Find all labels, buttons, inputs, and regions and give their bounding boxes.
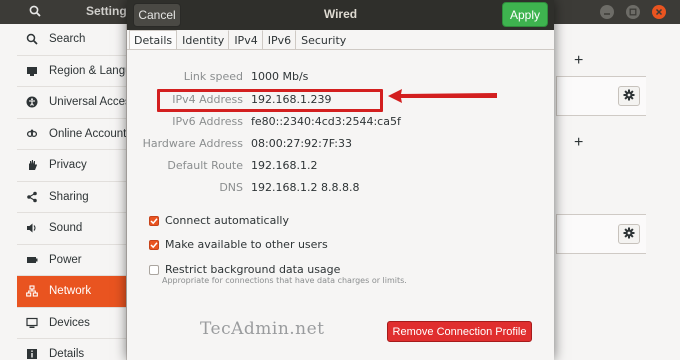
sidebar-item-label: Sound [49, 222, 83, 235]
tab-identity[interactable]: Identity [177, 30, 230, 50]
dialog-title: Wired [323, 7, 358, 21]
detail-row-link-speed: Link speed 1000 Mb/s [127, 70, 554, 86]
sidebar-item-devices[interactable]: Devices [17, 308, 126, 339]
sidebar-item-label: Region & Langu [49, 64, 126, 77]
detail-value: 1000 Mb/s [251, 70, 309, 83]
restrict-background-data-checkbox[interactable] [149, 264, 159, 275]
detail-label: IPv6 Address [172, 115, 243, 128]
watermark: TecAdmin.net [200, 319, 325, 339]
search-icon [25, 32, 39, 46]
sidebar-item-search[interactable]: Search [17, 24, 126, 56]
checkbox-label: Make available to other users [165, 238, 328, 251]
tab-details[interactable]: Details [129, 30, 178, 50]
proxy-settings-button[interactable] [618, 224, 640, 244]
sidebar-item-label: Network [49, 285, 92, 298]
apply-button[interactable]: Apply [502, 2, 548, 27]
close-button[interactable] [652, 5, 666, 19]
wired-frame [556, 76, 646, 116]
tab-ipv6[interactable]: IPv6 [263, 30, 297, 50]
sidebar-item-label: Universal Acces [49, 96, 126, 109]
sidebar-item-label: Search [49, 33, 86, 46]
detail-label: DNS [219, 181, 243, 194]
gear-icon [623, 89, 635, 104]
wired-settings-button[interactable] [618, 86, 640, 106]
search-icon [29, 5, 41, 20]
settings-sidebar: Search Region & Langu Universal Acces On… [17, 24, 127, 360]
sidebar-item-network[interactable]: Network [17, 276, 126, 308]
speaker-icon [25, 221, 39, 235]
restrict-description: Appropriate for connections that have da… [162, 276, 407, 285]
available-other-users-option[interactable]: Make available to other users [149, 238, 328, 251]
dialog-headerbar: Cancel Wired Apply [127, 0, 554, 30]
sidebar-item-universal-access[interactable]: Universal Acces [17, 87, 126, 119]
detail-value: 08:00:27:92:7F:33 [251, 137, 352, 150]
connect-automatically-option[interactable]: Connect automatically [149, 214, 289, 227]
checkbox-label: Connect automatically [165, 214, 289, 227]
available-other-users-checkbox[interactable] [149, 239, 159, 250]
detail-value: 192.168.1.2 [251, 159, 318, 172]
detail-row-ipv6-address: IPv6 Address fe80::2340:4cd3:2544:ca5f [127, 115, 554, 131]
restrict-background-data-option[interactable]: Restrict background data usage [149, 263, 340, 276]
detail-value: 192.168.1.2 8.8.8.8 [251, 181, 360, 194]
sidebar-item-region-language[interactable]: Region & Langu [17, 56, 126, 87]
remove-connection-profile-button[interactable]: Remove Connection Profile [387, 321, 532, 342]
wired-dialog: Cancel Wired Apply Details Identity IPv4… [127, 0, 554, 360]
window-controls [600, 5, 666, 19]
sidebar-item-sharing[interactable]: Sharing [17, 182, 126, 213]
detail-label: Default Route [167, 159, 243, 172]
add-connection-button[interactable]: + [574, 134, 583, 152]
sidebar-item-label: Details [49, 348, 85, 360]
sidebar-item-sound[interactable]: Sound [17, 213, 126, 245]
details-panel: Link speed 1000 Mb/s IPv4 Address 192.16… [127, 49, 554, 360]
share-icon [25, 190, 39, 204]
tab-ipv4[interactable]: IPv4 [229, 30, 263, 50]
info-icon [25, 347, 39, 360]
detail-value: fe80::2340:4cd3:2544:ca5f [251, 115, 401, 128]
add-vpn-button[interactable]: + [574, 52, 583, 70]
sidebar-item-label: Power [49, 253, 82, 266]
detail-row-hardware-address: Hardware Address 08:00:27:92:7F:33 [127, 137, 554, 153]
detail-label: Hardware Address [142, 137, 243, 150]
sidebar-item-power[interactable]: Power [17, 245, 126, 276]
gear-icon [623, 227, 635, 242]
sidebar-item-label: Online Accounts [49, 127, 126, 140]
detail-row-dns: DNS 192.168.1.2 8.8.8.8 [127, 181, 554, 197]
sidebar-item-label: Sharing [49, 190, 89, 203]
dialog-tabs: Details Identity IPv4 IPv6 Security [129, 30, 350, 50]
tab-security[interactable]: Security [296, 30, 350, 50]
sidebar-item-privacy[interactable]: Privacy [17, 150, 126, 182]
detail-row-default-route: Default Route 192.168.1.2 [127, 159, 554, 175]
settings-title: Setting [86, 4, 127, 18]
sidebar-item-label: Devices [49, 316, 90, 329]
sidebar-item-details[interactable]: Details [17, 339, 126, 360]
annotation-arrow [387, 88, 499, 107]
power-icon [25, 253, 39, 267]
checkbox-label: Restrict background data usage [165, 263, 341, 276]
proxy-frame [556, 214, 646, 254]
minimize-button[interactable] [600, 5, 614, 19]
ipv4-highlight-box [157, 89, 383, 112]
maximize-button[interactable] [626, 5, 640, 19]
accessibility-icon [25, 95, 39, 109]
display-icon [25, 64, 39, 78]
hand-icon [25, 158, 39, 172]
devices-icon [25, 316, 39, 330]
sidebar-item-label: Privacy [49, 159, 87, 172]
network-icon [25, 284, 39, 298]
detail-label: Link speed [183, 70, 243, 83]
connect-automatically-checkbox[interactable] [149, 215, 159, 226]
online-accounts-icon [25, 127, 39, 141]
search-button[interactable] [22, 2, 48, 22]
sidebar-item-online-accounts[interactable]: Online Accounts [17, 119, 126, 150]
